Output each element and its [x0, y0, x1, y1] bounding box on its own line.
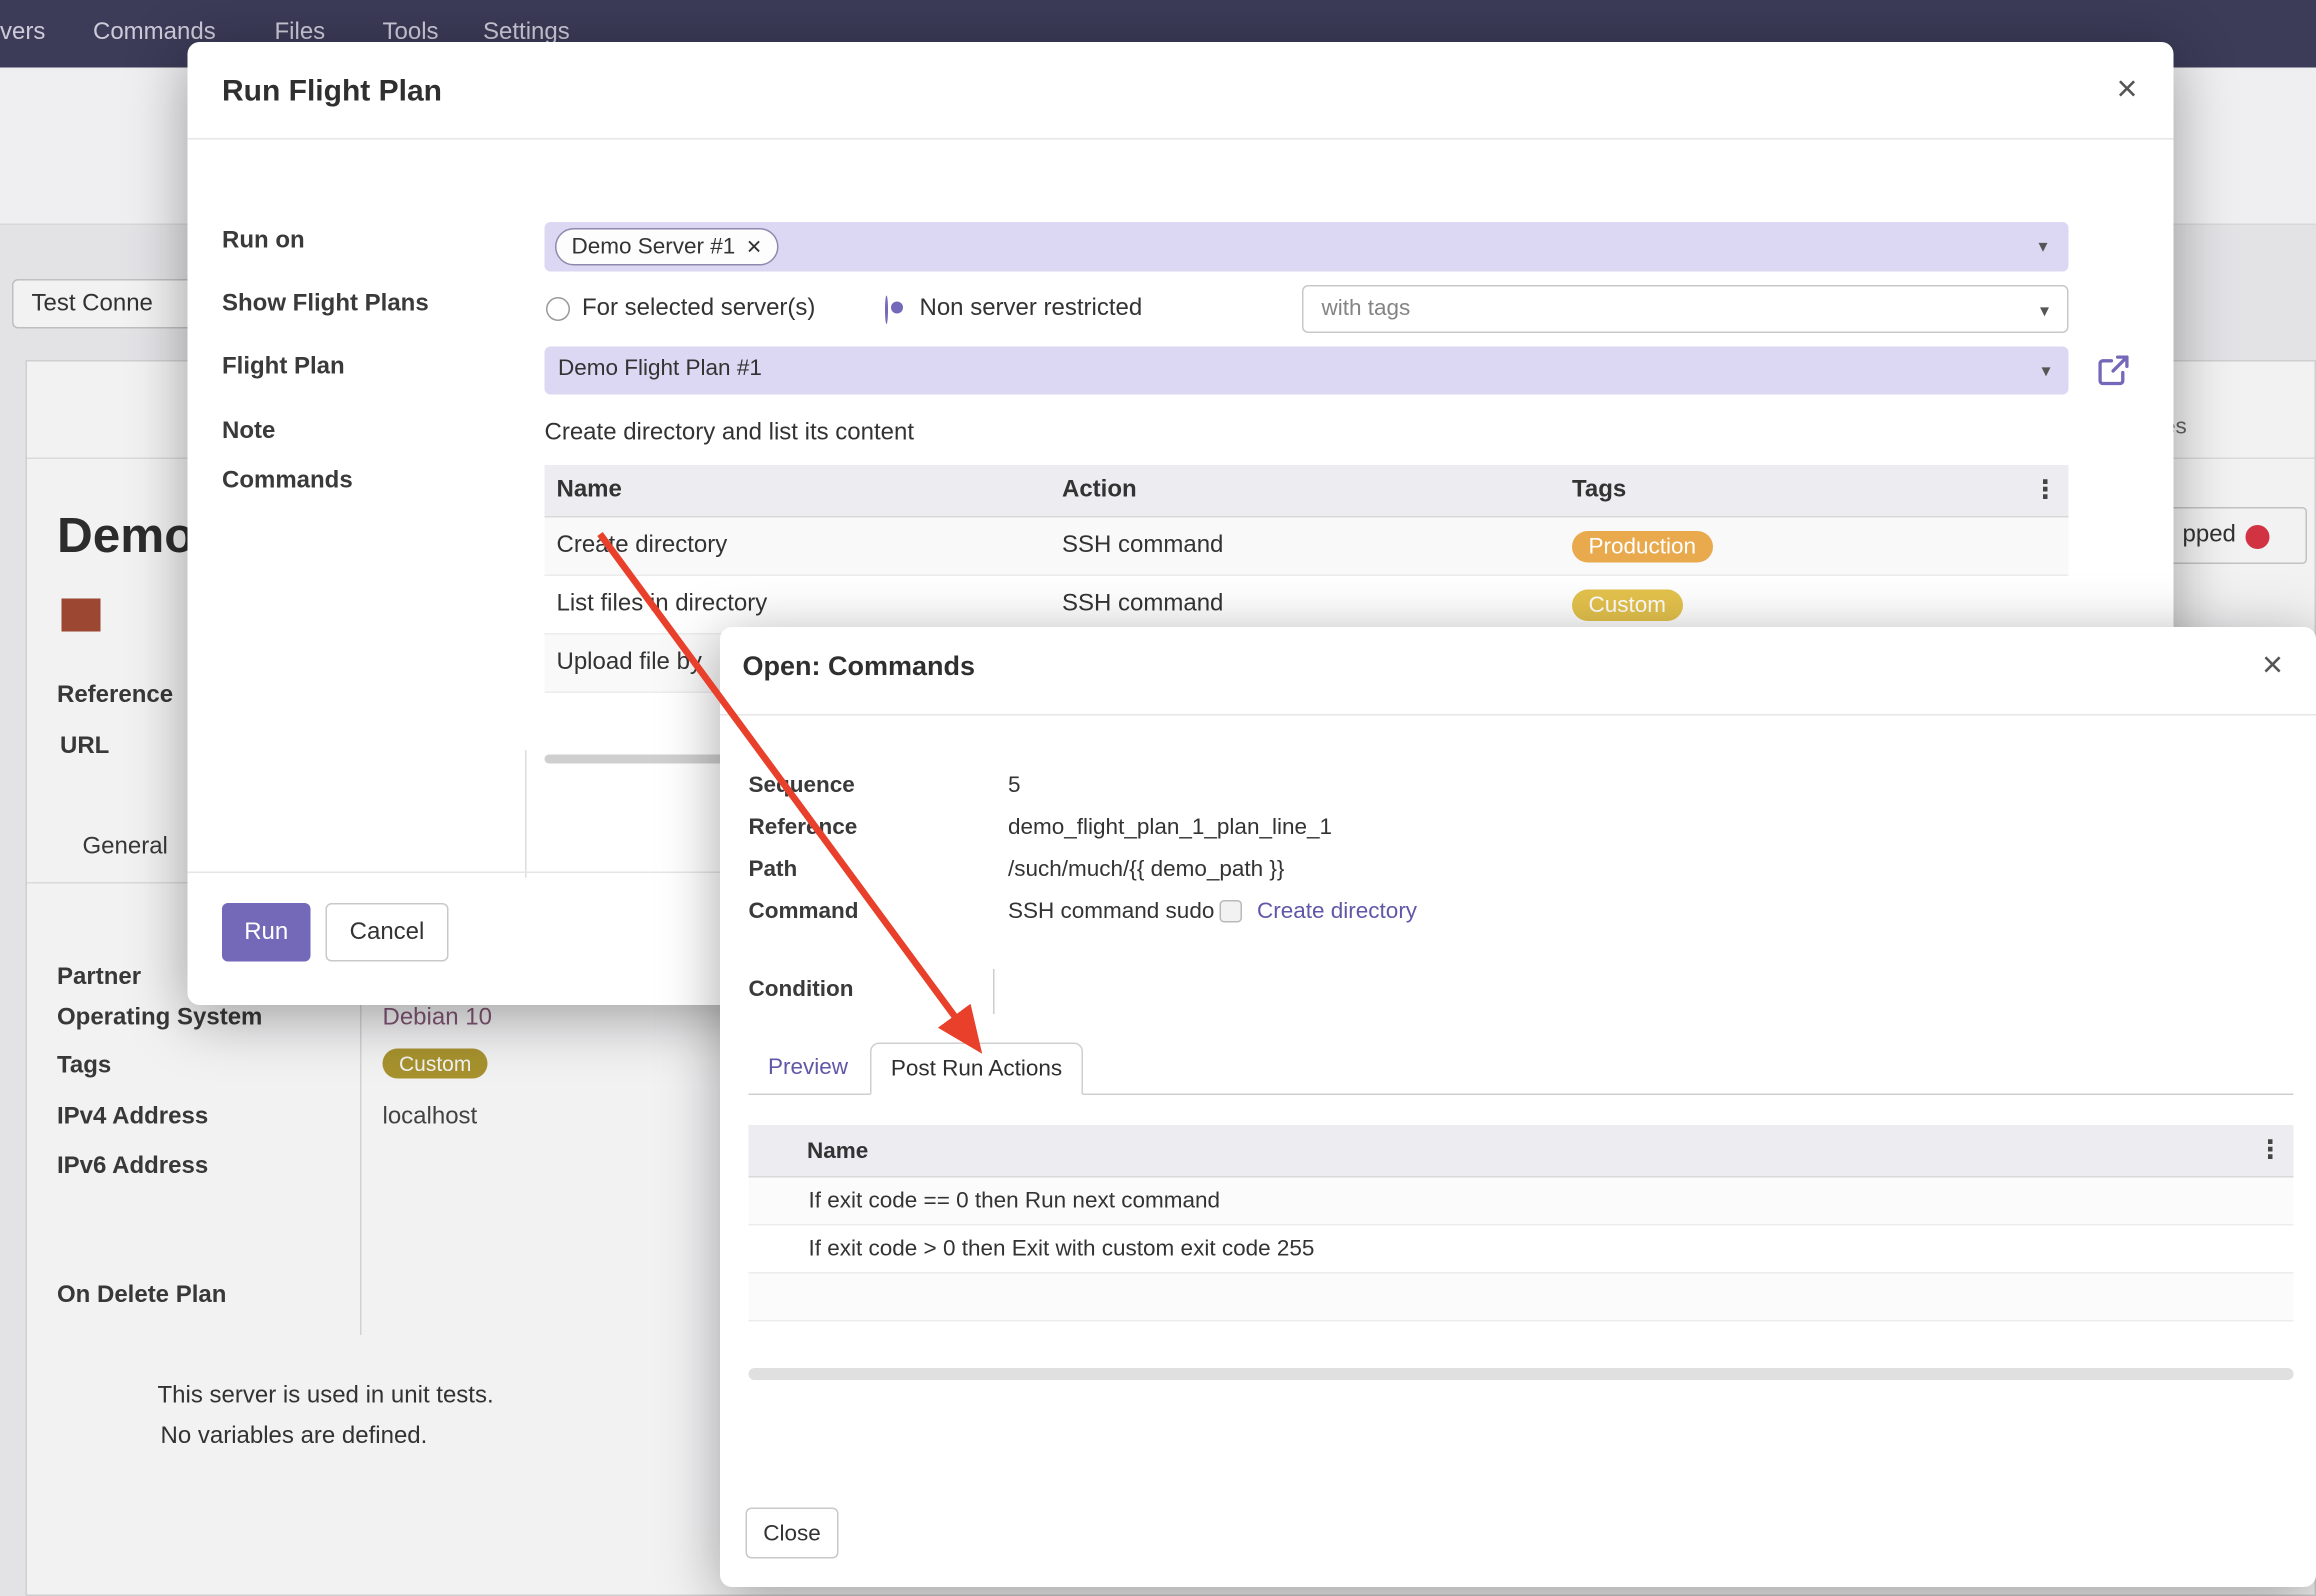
- chevron-down-icon: ▾: [2040, 300, 2049, 321]
- radio-non-server-restricted-label[interactable]: Non server restricted: [920, 296, 1143, 323]
- sequence-value: 5: [1008, 773, 1021, 799]
- chevron-down-icon: ▾: [2041, 360, 2050, 381]
- flight-plan-label: Flight Plan: [222, 354, 345, 381]
- post-run-actions-table: Name ⋮ If exit code == 0 then Run next c…: [749, 1125, 2294, 1322]
- server-tag-pill-label: Demo Server #1: [572, 234, 736, 260]
- column-header-action[interactable]: Action: [1062, 477, 1572, 504]
- cancel-button[interactable]: Cancel: [326, 903, 449, 962]
- checkbox[interactable]: [1220, 900, 1243, 923]
- table-header-row: Name Action Tags ⋮: [545, 465, 2069, 518]
- cell-action: SSH command: [1062, 591, 1572, 618]
- commands-label: Commands: [222, 468, 353, 495]
- kebab-icon[interactable]: ⋮: [2033, 476, 2060, 506]
- close-button[interactable]: Close: [746, 1508, 839, 1559]
- table-empty-row: [749, 1274, 2294, 1322]
- close-icon[interactable]: ×: [2262, 648, 2283, 684]
- external-link-icon[interactable]: [2097, 354, 2130, 387]
- table-row[interactable]: Create directory SSH command Production: [545, 518, 2069, 577]
- reference-label: Reference: [749, 815, 858, 841]
- server-tag-pill[interactable]: Demo Server #1 ✕: [555, 228, 779, 266]
- cell-name: Create directory: [545, 533, 1063, 560]
- tab-post-run-actions-label: Post Run Actions: [891, 1056, 1062, 1082]
- table-row[interactable]: If exit code == 0 then Run next command: [749, 1178, 2294, 1226]
- open-commands-dialog: Open: Commands × Sequence 5 Reference de…: [720, 627, 2316, 1587]
- production-tag-badge: Production: [1572, 530, 1713, 562]
- cell-name: List files in directory: [545, 591, 1063, 618]
- remove-tag-icon[interactable]: ✕: [746, 235, 762, 259]
- run-on-field[interactable]: Demo Server #1 ✕ ▾: [545, 222, 2069, 272]
- chevron-down-icon: ▾: [2038, 236, 2047, 257]
- table-header-row: Name ⋮: [749, 1125, 2294, 1178]
- flight-plan-note-value: Create directory and list its content: [545, 420, 915, 447]
- screen: vers Commands Files Tools Settings Test …: [0, 0, 2316, 1596]
- condition-label: Condition: [749, 977, 854, 1003]
- command-label: Command: [749, 899, 859, 925]
- custom-tag-badge: Custom: [1572, 589, 1683, 621]
- table-row[interactable]: List files in directory SSH command Cust…: [545, 576, 2069, 635]
- tab-post-run-actions[interactable]: Post Run Actions: [870, 1043, 1083, 1096]
- path-label: Path: [749, 857, 798, 883]
- commands-field-divider: [525, 750, 527, 878]
- run-on-label: Run on: [222, 228, 305, 255]
- column-header-name[interactable]: Name: [545, 477, 1063, 504]
- with-tags-select[interactable]: with tags ▾: [1302, 285, 2069, 333]
- with-tags-placeholder: with tags: [1322, 296, 1411, 322]
- cell-name: If exit code == 0 then Run next command: [749, 1188, 1221, 1214]
- radio-non-server-restricted[interactable]: [885, 296, 888, 325]
- tab-preview[interactable]: Preview: [768, 1055, 848, 1081]
- dialog-header-divider: [188, 138, 2174, 140]
- table-row[interactable]: If exit code > 0 then Exit with custom e…: [749, 1226, 2294, 1274]
- radio-selected-servers-label[interactable]: For selected server(s): [582, 296, 815, 323]
- command-value: SSH command sudo: [1008, 899, 1214, 925]
- cell-name: If exit code > 0 then Exit with custom e…: [749, 1236, 1315, 1262]
- dialog-header-divider: [720, 714, 2316, 716]
- flight-plan-value: Demo Flight Plan #1: [558, 356, 762, 382]
- path-value: /such/much/{{ demo_path }}: [1008, 857, 1284, 883]
- column-header-tags[interactable]: Tags: [1572, 477, 2069, 504]
- note-label: Note: [222, 419, 275, 446]
- cell-action: SSH command: [1062, 533, 1572, 560]
- kebab-icon[interactable]: ⋮: [2258, 1136, 2285, 1166]
- reference-value: demo_flight_plan_1_plan_line_1: [1008, 815, 1332, 841]
- dialog-title: Open: Commands: [743, 651, 976, 683]
- show-flight-plans-label: Show Flight Plans: [222, 291, 429, 318]
- condition-field-divider: [993, 969, 995, 1014]
- radio-selected-servers[interactable]: [546, 297, 570, 321]
- run-button[interactable]: Run: [222, 903, 311, 962]
- column-header-name[interactable]: Name: [749, 1138, 869, 1164]
- create-directory-link[interactable]: Create directory: [1257, 899, 1417, 925]
- close-icon[interactable]: ×: [2116, 72, 2137, 108]
- dialog-title: Run Flight Plan: [222, 75, 442, 110]
- flight-plan-select[interactable]: Demo Flight Plan #1 ▾: [545, 347, 2069, 395]
- table-horizontal-scrollbar[interactable]: [749, 1368, 2294, 1380]
- sequence-label: Sequence: [749, 773, 855, 799]
